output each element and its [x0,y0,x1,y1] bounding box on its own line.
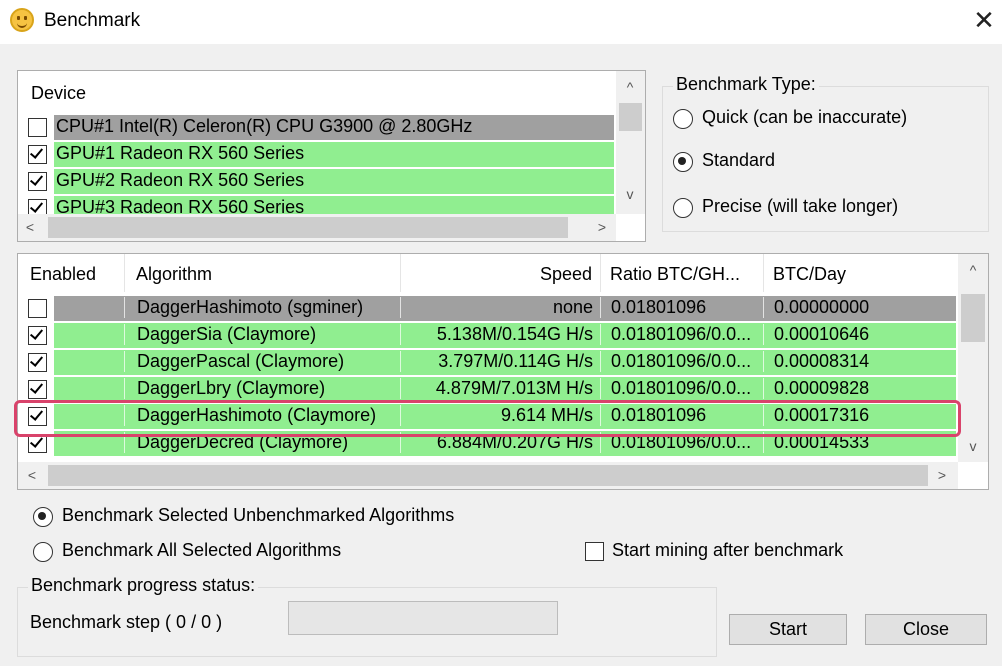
device-horizontal-scrollbar[interactable]: < > [18,214,616,241]
algorithm-ratio: 0.01801096/0.0... [600,324,764,345]
device-list-header: Device [31,83,87,103]
scroll-down-icon[interactable]: v [620,186,640,202]
algorithm-btc-day: 0.00008314 [763,351,959,372]
algorithm-speed: 3.797M/0.114G H/s [400,351,601,372]
benchmark-type-option-label: Standard [702,150,776,170]
close-button[interactable]: Close [865,614,987,645]
algorithm-ratio: 0.01801096 [600,297,764,318]
scroll-thumb[interactable] [619,103,642,131]
column-header[interactable]: Speed [400,254,601,292]
algorithm-name: DaggerPascal (Claymore) [124,351,401,372]
algorithm-ratio: 0.01801096/0.0... [600,378,764,399]
scroll-up-icon[interactable]: ^ [620,79,640,95]
progress-status-label: Benchmark progress status: [28,575,259,596]
algorithm-speed: none [400,297,601,318]
device-label: GPU#1 Radeon RX 560 Series [56,143,305,163]
benchmark-type-option-label: Precise (will take longer) [702,196,899,216]
device-checkbox[interactable] [28,172,47,191]
column-header[interactable]: Enabled [18,254,125,292]
algorithm-enabled-checkbox[interactable] [28,353,47,372]
scroll-thumb[interactable] [48,217,568,238]
scroll-left-icon[interactable]: < [22,467,42,483]
benchmark-type-radio[interactable] [673,198,693,218]
close-window-icon[interactable]: ✕ [970,6,998,34]
benchmark-type-option-label: Quick (can be inaccurate) [702,107,908,127]
start-mining-checkbox[interactable] [585,542,604,561]
start-button[interactable]: Start [729,614,847,645]
benchmark-type-radio[interactable] [673,152,693,172]
highlighted-row-outline [14,400,961,437]
scroll-thumb[interactable] [48,465,928,486]
algorithm-btc-day: 0.00000000 [763,297,959,318]
scroll-right-icon[interactable]: > [932,467,952,483]
app-smiley-icon [10,8,34,32]
benchmark-scope-label: Benchmark Selected Unbenchmarked Algorit… [62,505,455,525]
scroll-up-icon[interactable]: ^ [963,262,983,278]
column-header[interactable]: Ratio BTC/GH... [600,254,764,292]
benchmark-scope-radio[interactable] [33,542,53,562]
scroll-right-icon[interactable]: > [592,219,612,235]
device-list[interactable]: Device CPU#1 Intel(R) Celeron(R) CPU G39… [17,70,646,242]
algorithm-enabled-checkbox[interactable] [28,326,47,345]
column-header[interactable]: BTC/Day [763,254,959,292]
algorithm-name: DaggerHashimoto (sgminer) [124,297,401,318]
algorithm-speed: 4.879M/7.013M H/s [400,378,601,399]
device-label: GPU#2 Radeon RX 560 Series [56,170,305,190]
algorithm-enabled-checkbox[interactable] [28,299,47,318]
scroll-thumb[interactable] [961,294,985,342]
benchmark-type-label: Benchmark Type: [673,74,819,95]
algorithm-vertical-scrollbar[interactable]: ^ v [958,254,988,462]
algorithm-btc-day: 0.00009828 [763,378,959,399]
device-vertical-scrollbar[interactable]: ^ v [616,71,645,214]
algorithm-list[interactable]: Enabled Algorithm Speed Ratio BTC/GH... BTC/… [17,253,989,490]
column-header[interactable]: Algorithm [124,254,401,292]
scroll-down-icon[interactable]: v [963,438,983,454]
algorithm-name: DaggerSia (Claymore) [124,324,401,345]
algorithm-btc-day: 0.00010646 [763,324,959,345]
scroll-left-icon[interactable]: < [20,219,40,235]
algorithm-enabled-checkbox[interactable] [28,380,47,399]
device-checkbox[interactable] [28,118,47,137]
benchmark-type-radio[interactable] [673,109,693,129]
device-label: CPU#1 Intel(R) Celeron(R) CPU G3900 @ 2.… [56,116,473,136]
window-title: Benchmark [44,10,141,31]
start-mining-label: Start mining after benchmark [612,540,844,560]
algorithm-name: DaggerLbry (Claymore) [124,378,401,399]
algorithm-horizontal-scrollbar[interactable]: < > [18,462,958,489]
title-bar: Benchmark ✕ [0,0,1002,44]
benchmark-step-text: Benchmark step ( 0 / 0 ) [30,612,223,632]
algorithm-speed: 5.138M/0.154G H/s [400,324,601,345]
benchmark-scope-radio[interactable] [33,507,53,527]
device-checkbox[interactable] [28,145,47,164]
benchmark-progress-bar [288,601,558,635]
benchmark-scope-label: Benchmark All Selected Algorithms [62,540,342,560]
algorithm-ratio: 0.01801096/0.0... [600,351,764,372]
